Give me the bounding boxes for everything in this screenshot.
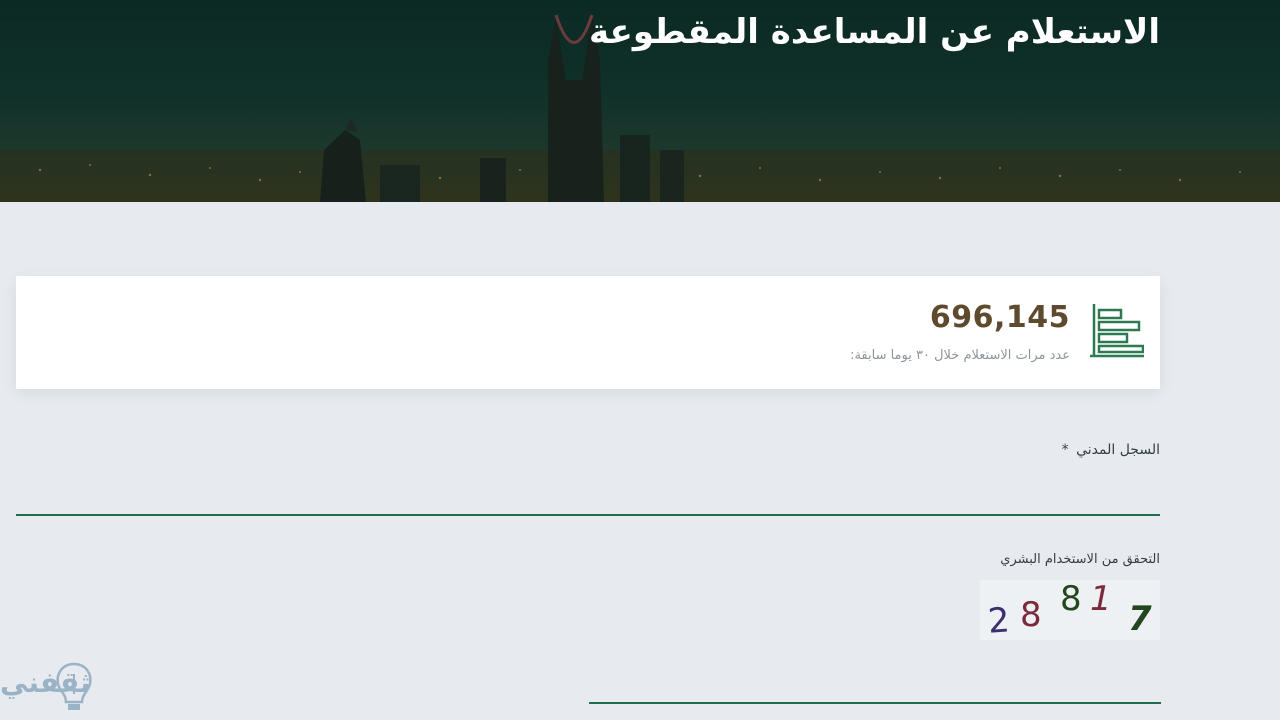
stats-card: 696,145 عدد مرات الاستعلام خلال ٣٠ يوما … (16, 276, 1160, 389)
captcha-char: 1 (1090, 579, 1112, 619)
captcha-char: 2 (986, 600, 1012, 642)
captcha-input[interactable] (589, 660, 1161, 704)
captcha-char: 7 (1128, 599, 1152, 639)
hero-banner: الاستعلام عن المساعدة المقطوعة (0, 0, 1280, 202)
national-id-input[interactable] (16, 470, 1160, 516)
watermark-logo: ثقفني (0, 658, 100, 720)
query-count-caption: عدد مرات الاستعلام خلال ٣٠ يوما سابقة: (850, 348, 1070, 363)
bar-chart-icon (1090, 304, 1144, 358)
captcha-label: التحقق من الاستخدام البشري (1000, 552, 1160, 567)
page-title: الاستعلام عن المساعدة المقطوعة (588, 12, 1160, 52)
lightbulb-icon (56, 662, 92, 710)
captcha-char: 8 (1060, 579, 1082, 619)
query-count: 696,145 (929, 300, 1070, 335)
captcha-image: 2 8 8 1 7 (980, 579, 1160, 642)
captcha-char: 8 (1020, 595, 1042, 635)
national-id-label-text: السجل المدني (1076, 442, 1160, 458)
page: الاستعلام عن المساعدة المقطوعة 696,145 ع… (0, 0, 1280, 720)
required-mark: * (1061, 442, 1069, 458)
national-id-label: السجل المدني * (1062, 442, 1160, 458)
